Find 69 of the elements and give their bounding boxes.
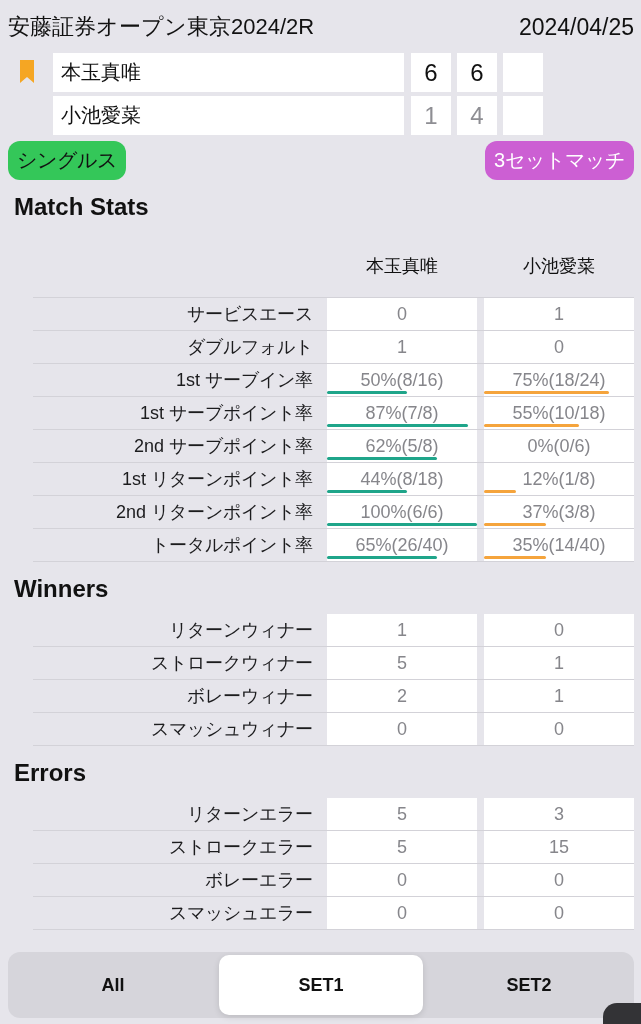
set-tab[interactable]: All	[11, 955, 215, 1015]
set-score: 6	[411, 53, 451, 92]
set-score: 4	[457, 96, 497, 135]
set-tab[interactable]: SET2	[427, 955, 631, 1015]
stat-value: 0	[554, 718, 564, 740]
stat-label: ストロークウィナー	[150, 652, 314, 675]
stat-label: トータルポイント率	[150, 534, 314, 557]
stat-value: 75%(18/24)	[512, 369, 606, 391]
stat-value: 0	[397, 303, 407, 325]
stat-label: ボレーウィナー	[186, 685, 314, 708]
stat-value: 87%(7/8)	[365, 402, 439, 424]
stat-value: 0	[397, 869, 407, 891]
match-tag: 3セットマッチ	[484, 141, 634, 180]
empty-score-box	[503, 53, 543, 92]
set-score: 6	[457, 53, 497, 92]
stat-value: 0	[554, 869, 564, 891]
stat-value: 1	[554, 652, 564, 674]
stat-label: 1st サーブイン率	[175, 369, 314, 392]
stat-value: 2	[397, 685, 407, 707]
stat-value: 35%(14/40)	[512, 534, 606, 556]
stat-label: スマッシュウィナー	[150, 718, 314, 741]
stat-value: 100%(6/6)	[360, 501, 444, 523]
stat-value: 0%(0/6)	[527, 435, 591, 457]
stat-value: 55%(10/18)	[512, 402, 606, 424]
player-column-header: 本玉真唯	[365, 255, 439, 277]
stat-value: 65%(26/40)	[355, 534, 449, 556]
stat-label: サービスエース	[186, 303, 314, 326]
stat-value: 0	[397, 902, 407, 924]
stat-label: スマッシュエラー	[168, 902, 314, 925]
empty-score-box	[503, 96, 543, 135]
stat-value: 1	[397, 619, 407, 641]
player-name: 小池愛菜	[53, 96, 404, 135]
stat-value: 50%(8/16)	[360, 369, 444, 391]
stat-value: 44%(8/18)	[360, 468, 444, 490]
stat-label: リターンウィナー	[168, 619, 314, 642]
match-date: 2024/04/25	[518, 13, 634, 41]
stat-value: 5	[397, 803, 407, 825]
set-score: 1	[411, 96, 451, 135]
section-title: Match Stats	[13, 192, 150, 222]
floating-button[interactable]	[603, 1003, 641, 1024]
stat-value: 1	[554, 685, 564, 707]
section-title: Winners	[13, 574, 110, 604]
stat-label: ストロークエラー	[168, 836, 314, 859]
player-column-header: 小池愛菜	[522, 255, 596, 277]
stat-label: 2nd サーブポイント率	[132, 435, 314, 458]
stat-value: 37%(3/8)	[522, 501, 596, 523]
stat-value: 0	[554, 336, 564, 358]
stat-value: 0	[397, 718, 407, 740]
set-tab[interactable]: SET1	[219, 955, 423, 1015]
tournament-title: 安藤証券オープン東京2024/2R	[8, 13, 315, 41]
stat-value: 0	[554, 902, 564, 924]
stat-label: ボレーエラー	[204, 869, 314, 892]
stat-value: 62%(5/8)	[365, 435, 439, 457]
stat-label: 1st サーブポイント率	[139, 402, 314, 425]
player-name: 本玉真唯	[53, 53, 404, 92]
stat-value: 0	[554, 619, 564, 641]
stat-label: 1st リターンポイント率	[121, 468, 314, 491]
stat-value: 12%(1/8)	[522, 468, 596, 490]
section-title: Errors	[13, 758, 88, 788]
stat-value: 1	[554, 303, 564, 325]
stat-value: 3	[554, 803, 564, 825]
match-tag: シングルス	[8, 141, 126, 180]
stat-value: 15	[549, 836, 569, 858]
stat-label: リターンエラー	[186, 803, 314, 826]
stat-label: ダブルフォルト	[186, 336, 314, 359]
stat-label: 2nd リターンポイント率	[114, 501, 314, 524]
stat-value: 5	[397, 652, 407, 674]
stat-value: 5	[397, 836, 407, 858]
stat-value: 1	[397, 336, 407, 358]
